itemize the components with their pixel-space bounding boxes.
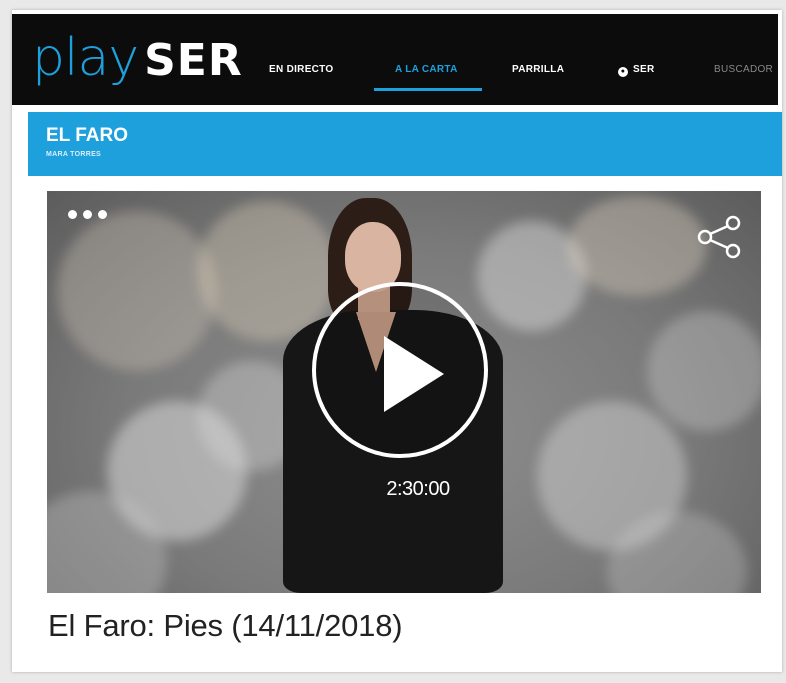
program-header: EL FARO MARA TORRES xyxy=(28,112,782,176)
logo-ser-text: SER xyxy=(144,35,243,86)
episode-title[interactable]: El Faro: Pies (14/11/2018) xyxy=(48,608,403,644)
share-icon[interactable] xyxy=(695,213,743,261)
nav-item-parrilla[interactable]: PARRILLA xyxy=(512,64,564,75)
playser-logo[interactable]: play SER xyxy=(32,28,243,88)
nav-item-en-directo[interactable]: EN DIRECTO xyxy=(269,64,334,75)
ser-radio-icon: ● xyxy=(618,67,628,77)
logo-play-text: play xyxy=(32,28,139,88)
more-dots-icon[interactable] xyxy=(68,210,107,219)
nav-active-indicator xyxy=(374,88,482,91)
program-host: MARA TORRES xyxy=(46,151,102,158)
nav-item-ser[interactable]: ● SER xyxy=(618,64,654,77)
nav-item-a-la-carta[interactable]: A LA CARTA xyxy=(395,64,458,75)
nav-item-ser-label: SER xyxy=(633,64,655,75)
play-button[interactable] xyxy=(312,282,488,458)
top-navigation-bar: play SER EN DIRECTO A LA CARTA PARRILLA … xyxy=(12,14,778,105)
nav-item-buscador[interactable]: BUSCADOR xyxy=(714,64,773,75)
video-duration: 2:30:00 xyxy=(386,478,450,500)
program-title[interactable]: EL FARO xyxy=(46,125,128,147)
play-icon xyxy=(384,336,444,412)
